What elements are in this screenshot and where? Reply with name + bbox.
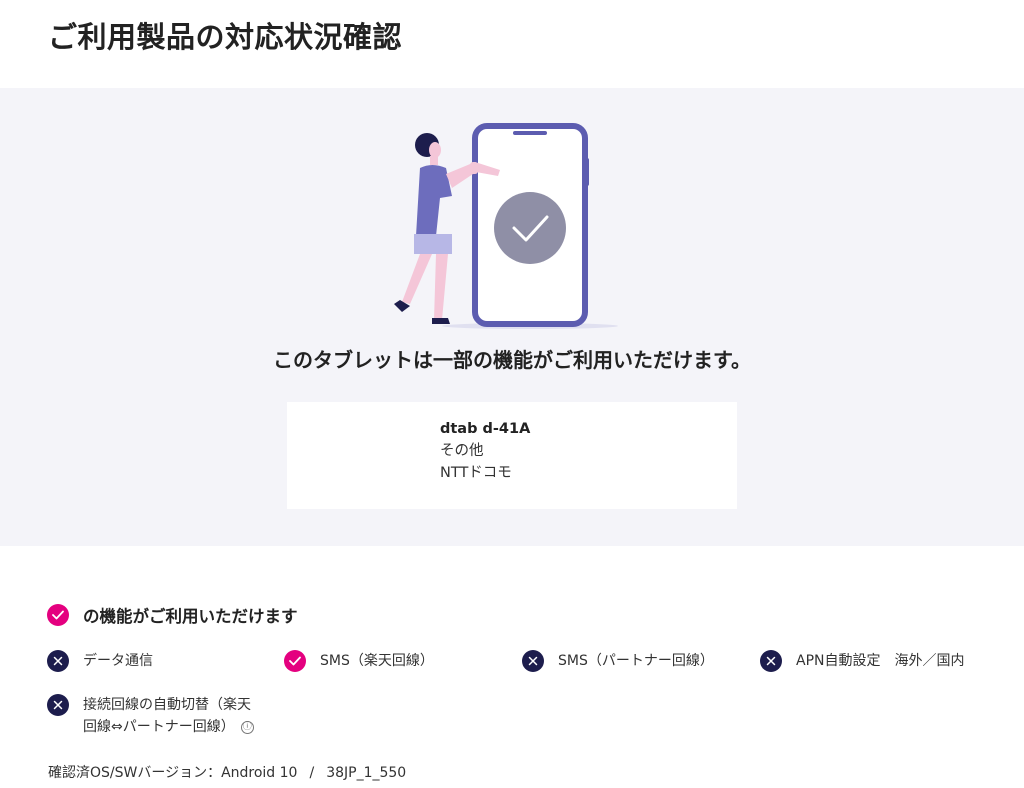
feature-label-line2: 回線⇔パートナー回線） — [83, 719, 235, 735]
device-model: dtab d-41A — [440, 421, 531, 437]
device-carrier: NTTドコモ — [440, 465, 512, 481]
feature-apn-auto-setting: APN自動設定 海外／国内 — [760, 650, 965, 672]
result-panel: このタブレットは一部の機能がご利用いただけます。 dtab d-41A その他 … — [0, 88, 1024, 546]
feature-label-line1: 接続回線の自動切替（楽天 — [83, 697, 251, 713]
features-heading: の機能がご利用いただけます — [47, 603, 298, 627]
page-title: ご利用製品の対応状況確認 — [48, 20, 403, 54]
cross-icon — [47, 650, 69, 672]
version-line: 確認済OS/SWバージョン：Android 10 / 38JP_1_550 — [48, 762, 406, 782]
features-heading-label: の機能がご利用いただけます — [83, 607, 298, 626]
feature-label: SMS（楽天回線） — [320, 653, 434, 669]
feature-label: データ通信 — [83, 653, 153, 669]
device-category: その他 — [440, 443, 484, 459]
feature-sms-rakuten: SMS（楽天回線） — [284, 650, 434, 672]
feature-data-communication: データ通信 — [47, 650, 153, 672]
device-card: dtab d-41A その他 NTTドコモ — [287, 402, 737, 509]
cross-icon — [47, 694, 69, 716]
feature-label: SMS（パートナー回線） — [558, 653, 714, 669]
cross-icon — [522, 650, 544, 672]
check-icon — [47, 604, 69, 626]
check-icon — [284, 650, 306, 672]
info-icon[interactable]: ⓘ — [240, 720, 254, 734]
version-label: 確認済OS/SWバージョン：Android 10 — [48, 765, 298, 781]
feature-sms-partner: SMS（パートナー回線） — [522, 650, 714, 672]
result-message: このタブレットは一部の機能がご利用いただけます。 — [273, 348, 751, 372]
feature-label: 接続回線の自動切替（楽天 回線⇔パートナー回線） ⓘ — [83, 694, 254, 738]
feature-label: APN自動設定 海外／国内 — [796, 653, 965, 669]
cross-icon — [760, 650, 782, 672]
version-separator: / — [309, 765, 315, 781]
feature-auto-line-switch: 接続回線の自動切替（楽天 回線⇔パートナー回線） ⓘ — [47, 694, 254, 738]
version-build: 38JP_1_550 — [326, 765, 407, 781]
person-with-phone-check-illustration — [394, 123, 618, 329]
